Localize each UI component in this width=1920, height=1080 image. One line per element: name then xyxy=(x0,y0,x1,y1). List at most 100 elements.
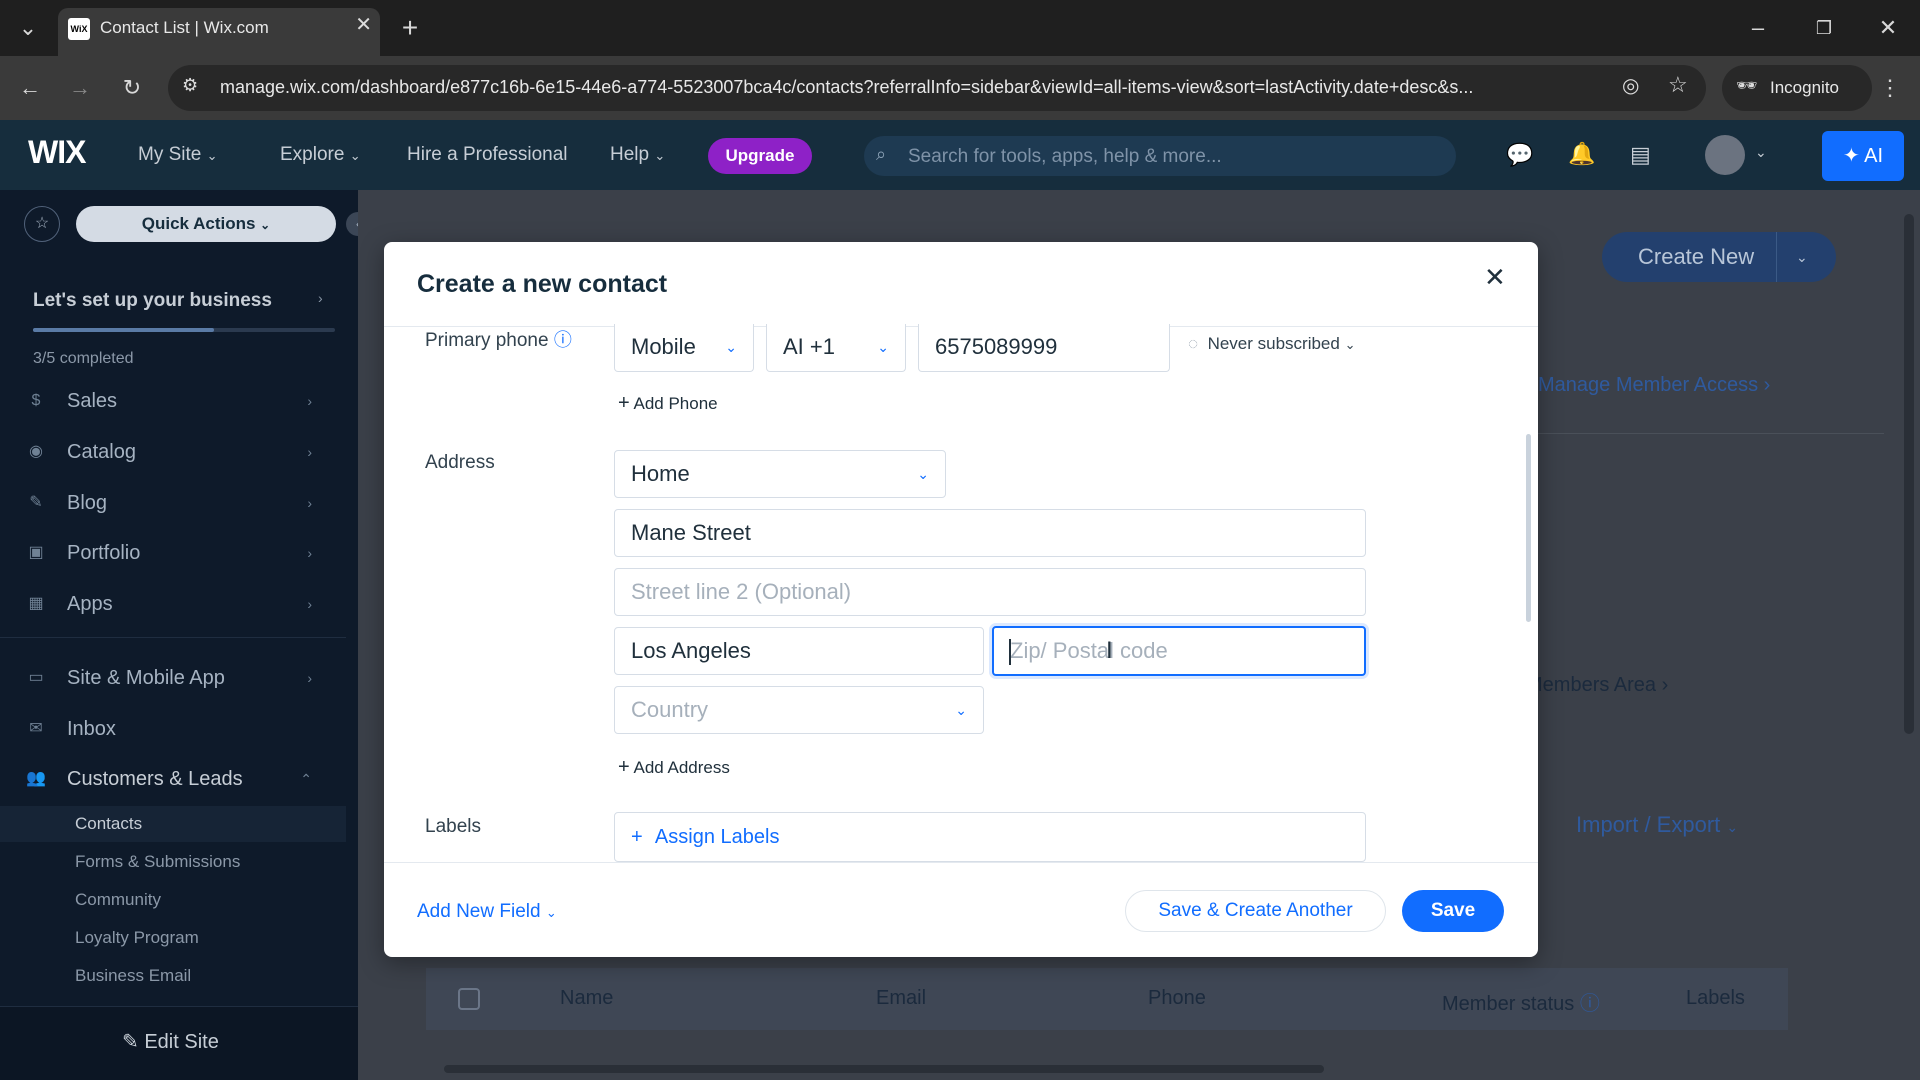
column-header-member-status[interactable]: Member status ⓘ xyxy=(1442,987,1600,1016)
chevron-down-icon[interactable]: ⌄ xyxy=(1755,144,1767,161)
text-cursor-icon: I xyxy=(1106,637,1113,664)
reload-icon[interactable]: ↻ xyxy=(112,68,152,108)
browser-tab-bar: ⌄ WiX Contact List | Wix.com ✕ + – ❐ ✕ xyxy=(0,0,1920,56)
url-text: manage.wix.com/dashboard/e877c16b-6e15-4… xyxy=(220,77,1474,97)
edit-site-button[interactable]: ✎ Edit Site xyxy=(122,1029,219,1054)
info-icon[interactable]: ⓘ xyxy=(554,330,572,350)
tab-search-chevron-icon[interactable]: ⌄ xyxy=(8,8,48,48)
incognito-label: Incognito xyxy=(1770,78,1839,97)
street-line-2-field[interactable]: Street line 2 (Optional) xyxy=(614,568,1366,616)
forward-icon[interactable]: → xyxy=(60,68,100,108)
add-address-button[interactable]: + Add Address xyxy=(618,756,730,779)
wix-logo[interactable]: WIX xyxy=(28,134,86,171)
manage-member-access-label: Manage Member Access xyxy=(1538,374,1759,396)
modal-scrollbar-thumb[interactable] xyxy=(1526,434,1531,622)
site-info-icon[interactable]: ⚙ xyxy=(182,75,198,96)
country-select[interactable]: Country ⌄ xyxy=(614,686,984,734)
add-phone-button[interactable]: + Add Phone xyxy=(618,392,718,415)
sidebar-subitem-contacts[interactable]: Contacts xyxy=(0,806,346,842)
save-button[interactable]: Save xyxy=(1402,890,1504,932)
sidebar-item-catalog[interactable]: ◉ Catalog › xyxy=(0,430,358,474)
assign-labels-field[interactable]: + Assign Labels xyxy=(614,812,1366,862)
setup-title[interactable]: Let's set up your business xyxy=(33,290,272,312)
sidebar-subitem-forms-submissions[interactable]: Forms & Submissions xyxy=(0,844,346,880)
add-new-field-dropdown[interactable]: Add New Field ⌄ xyxy=(417,901,557,923)
members-area-link[interactable]: Members Area › xyxy=(1526,674,1668,697)
phone-type-select[interactable]: Mobile ⌄ xyxy=(614,324,754,372)
address-type-select[interactable]: Home ⌄ xyxy=(614,450,946,498)
vertical-scrollbar[interactable] xyxy=(1904,214,1914,734)
sidebar-item-portfolio[interactable]: ▣ Portfolio › xyxy=(0,531,358,575)
sidebar-item-label: Customers & Leads xyxy=(67,768,243,790)
sidebar-item-apps[interactable]: ▦ Apps › xyxy=(0,582,358,626)
sidebar-subitem-business-email[interactable]: Business Email xyxy=(0,958,346,994)
url-field[interactable]: ⚙ manage.wix.com/dashboard/e877c16b-6e15… xyxy=(168,65,1706,111)
zip-postal-code-field[interactable]: Zip/ Postal code I xyxy=(992,626,1366,676)
import-export-button[interactable]: Import / Export ⌄ xyxy=(1576,812,1738,838)
sidebar: ☆ Quick Actions ⌄ ‹ Let's set up your bu… xyxy=(0,190,358,1080)
country-placeholder: Country xyxy=(631,697,709,722)
sidebar-item-customers-leads[interactable]: 👥 Customers & Leads ⌃ xyxy=(0,757,358,801)
column-header-labels[interactable]: Labels xyxy=(1686,987,1745,1010)
ai-button[interactable]: ✦ AI xyxy=(1822,131,1904,181)
sidebar-item-inbox[interactable]: ✉ Inbox xyxy=(0,707,358,751)
collapse-sidebar-icon[interactable]: ‹ xyxy=(346,212,358,236)
tab-close-icon[interactable]: ✕ xyxy=(355,12,372,37)
restore-icon[interactable]: ❐ xyxy=(1804,8,1844,48)
eye-off-icon[interactable]: ◎ xyxy=(1622,73,1639,98)
column-header-phone[interactable]: Phone xyxy=(1148,987,1206,1010)
chat-icon[interactable]: 💬 xyxy=(1506,142,1533,168)
sidebar-item-sales[interactable]: $ Sales › xyxy=(0,379,358,423)
info-icon: ⓘ xyxy=(1579,993,1600,1015)
chevron-down-icon: ⌄ xyxy=(654,148,666,163)
blog-icon: ✎ xyxy=(29,494,43,511)
wix-search-input[interactable]: ⌕ Search for tools, apps, help & more... xyxy=(864,136,1456,176)
new-tab-icon[interactable]: + xyxy=(390,8,430,48)
nav-hire-professional[interactable]: Hire a Professional xyxy=(407,120,568,190)
sidebar-subitem-loyalty-program[interactable]: Loyalty Program xyxy=(0,920,346,956)
scrollbar-thumb[interactable] xyxy=(444,1065,1324,1073)
upgrade-button[interactable]: Upgrade xyxy=(708,138,812,174)
browser-menu-icon[interactable]: ⋮ xyxy=(1870,68,1910,108)
sidebar-item-label: Inbox xyxy=(67,718,116,740)
phone-number-field[interactable]: 6575089999 xyxy=(918,324,1170,372)
search-icon: ⌕ xyxy=(876,144,887,164)
text-caret xyxy=(1009,639,1011,665)
incognito-badge[interactable]: 🕶 Incognito xyxy=(1722,65,1872,111)
back-icon[interactable]: ← xyxy=(10,68,50,108)
subscription-status-dropdown[interactable]: ◌ Never subscribed ⌄ xyxy=(1188,334,1355,354)
quick-actions-label: Quick Actions xyxy=(141,214,256,233)
street-field[interactable]: Mane Street xyxy=(614,509,1366,557)
bookmark-star-icon[interactable]: ☆ xyxy=(1668,72,1688,98)
notifications-bell-icon[interactable]: 🔔 xyxy=(1568,141,1595,167)
city-field[interactable]: Los Angeles xyxy=(614,627,984,675)
favorites-star-icon[interactable]: ☆ xyxy=(24,206,60,242)
sidebar-subitem-community[interactable]: Community xyxy=(0,882,346,918)
close-icon[interactable]: ✕ xyxy=(1484,262,1506,293)
column-header-name[interactable]: Name xyxy=(560,987,613,1010)
news-feed-icon[interactable]: ▤ xyxy=(1630,142,1651,168)
pencil-icon: ✎ xyxy=(122,1031,139,1053)
browser-tab[interactable]: WiX Contact List | Wix.com ✕ xyxy=(58,8,380,56)
create-new-button[interactable]: Create New ⌄ xyxy=(1602,232,1836,282)
sidebar-item-blog[interactable]: ✎ Blog › xyxy=(0,481,358,525)
quick-actions-button[interactable]: Quick Actions ⌄ xyxy=(76,206,336,242)
sidebar-subitem-label: Business Email xyxy=(75,966,192,985)
customers-icon: 👥 xyxy=(26,770,46,787)
avatar[interactable] xyxy=(1705,135,1745,175)
ai-label: AI xyxy=(1864,145,1884,167)
nav-my-site[interactable]: My Site ⌄ xyxy=(138,120,218,190)
nav-explore[interactable]: Explore ⌄ xyxy=(280,120,361,190)
select-all-checkbox[interactable] xyxy=(458,988,480,1010)
chevron-down-icon: ⌄ xyxy=(877,339,889,355)
sidebar-item-site-mobile-app[interactable]: ▭ Site & Mobile App › xyxy=(0,656,358,700)
country-code-select[interactable]: AI +1 ⌄ xyxy=(766,324,906,372)
minimize-icon[interactable]: – xyxy=(1738,8,1778,48)
manage-member-access-link[interactable]: Manage Member Access › xyxy=(1538,374,1770,397)
horizontal-scrollbar[interactable] xyxy=(432,1062,1812,1074)
column-header-email[interactable]: Email xyxy=(876,987,926,1010)
sidebar-subitem-label: Forms & Submissions xyxy=(75,852,241,871)
save-create-another-button[interactable]: Save & Create Another xyxy=(1125,890,1386,932)
window-close-icon[interactable]: ✕ xyxy=(1868,8,1908,48)
nav-help[interactable]: Help ⌄ xyxy=(610,120,665,190)
